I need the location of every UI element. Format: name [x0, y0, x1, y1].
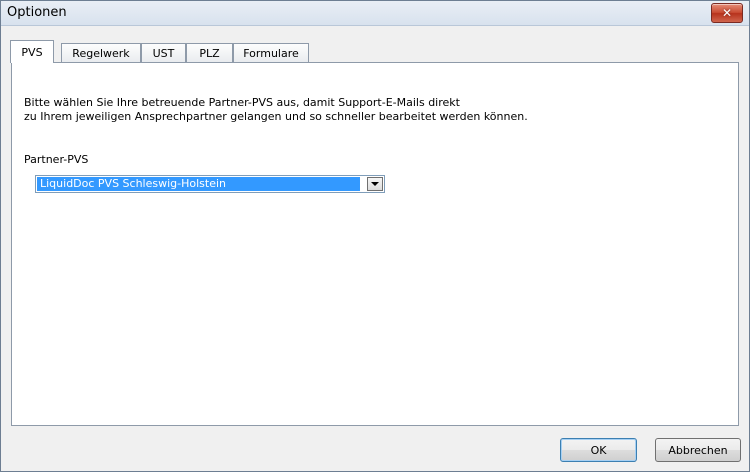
close-button[interactable]: ✕: [711, 3, 743, 23]
tab-pvs-label: PVS: [21, 45, 43, 59]
window-title: Optionen: [7, 5, 67, 20]
tab-ust[interactable]: UST: [141, 43, 186, 62]
tab-ust-label: UST: [152, 46, 175, 60]
partner-pvs-selected-value: LiquidDoc PVS Schleswig-Holstein: [37, 177, 360, 191]
tab-formulare-label: Formulare: [243, 46, 299, 60]
dropdown-button[interactable]: [367, 177, 383, 191]
ok-button[interactable]: OK: [560, 438, 637, 462]
chevron-down-icon: [371, 182, 379, 186]
partner-pvs-label: Partner-PVS: [24, 153, 89, 166]
close-icon: ✕: [721, 6, 733, 20]
tab-formulare[interactable]: Formulare: [233, 43, 309, 62]
cancel-button[interactable]: Abbrechen: [655, 438, 741, 462]
partner-pvs-select[interactable]: LiquidDoc PVS Schleswig-Holstein: [35, 175, 385, 193]
tab-regelwerk[interactable]: Regelwerk: [61, 43, 141, 62]
title-bar[interactable]: Optionen ✕: [1, 1, 749, 26]
tab-plz-label: PLZ: [199, 46, 220, 60]
description-line-1: Bitte wählen Sie Ihre betreuende Partner…: [24, 96, 460, 109]
tab-pvs[interactable]: PVS: [10, 40, 54, 63]
description-text: Bitte wählen Sie Ihre betreuende Partner…: [24, 96, 528, 124]
tab-plz[interactable]: PLZ: [186, 43, 233, 62]
tab-regelwerk-label: Regelwerk: [72, 46, 130, 60]
description-line-2: zu Ihrem jeweiligen Ansprechpartner gela…: [24, 110, 528, 123]
